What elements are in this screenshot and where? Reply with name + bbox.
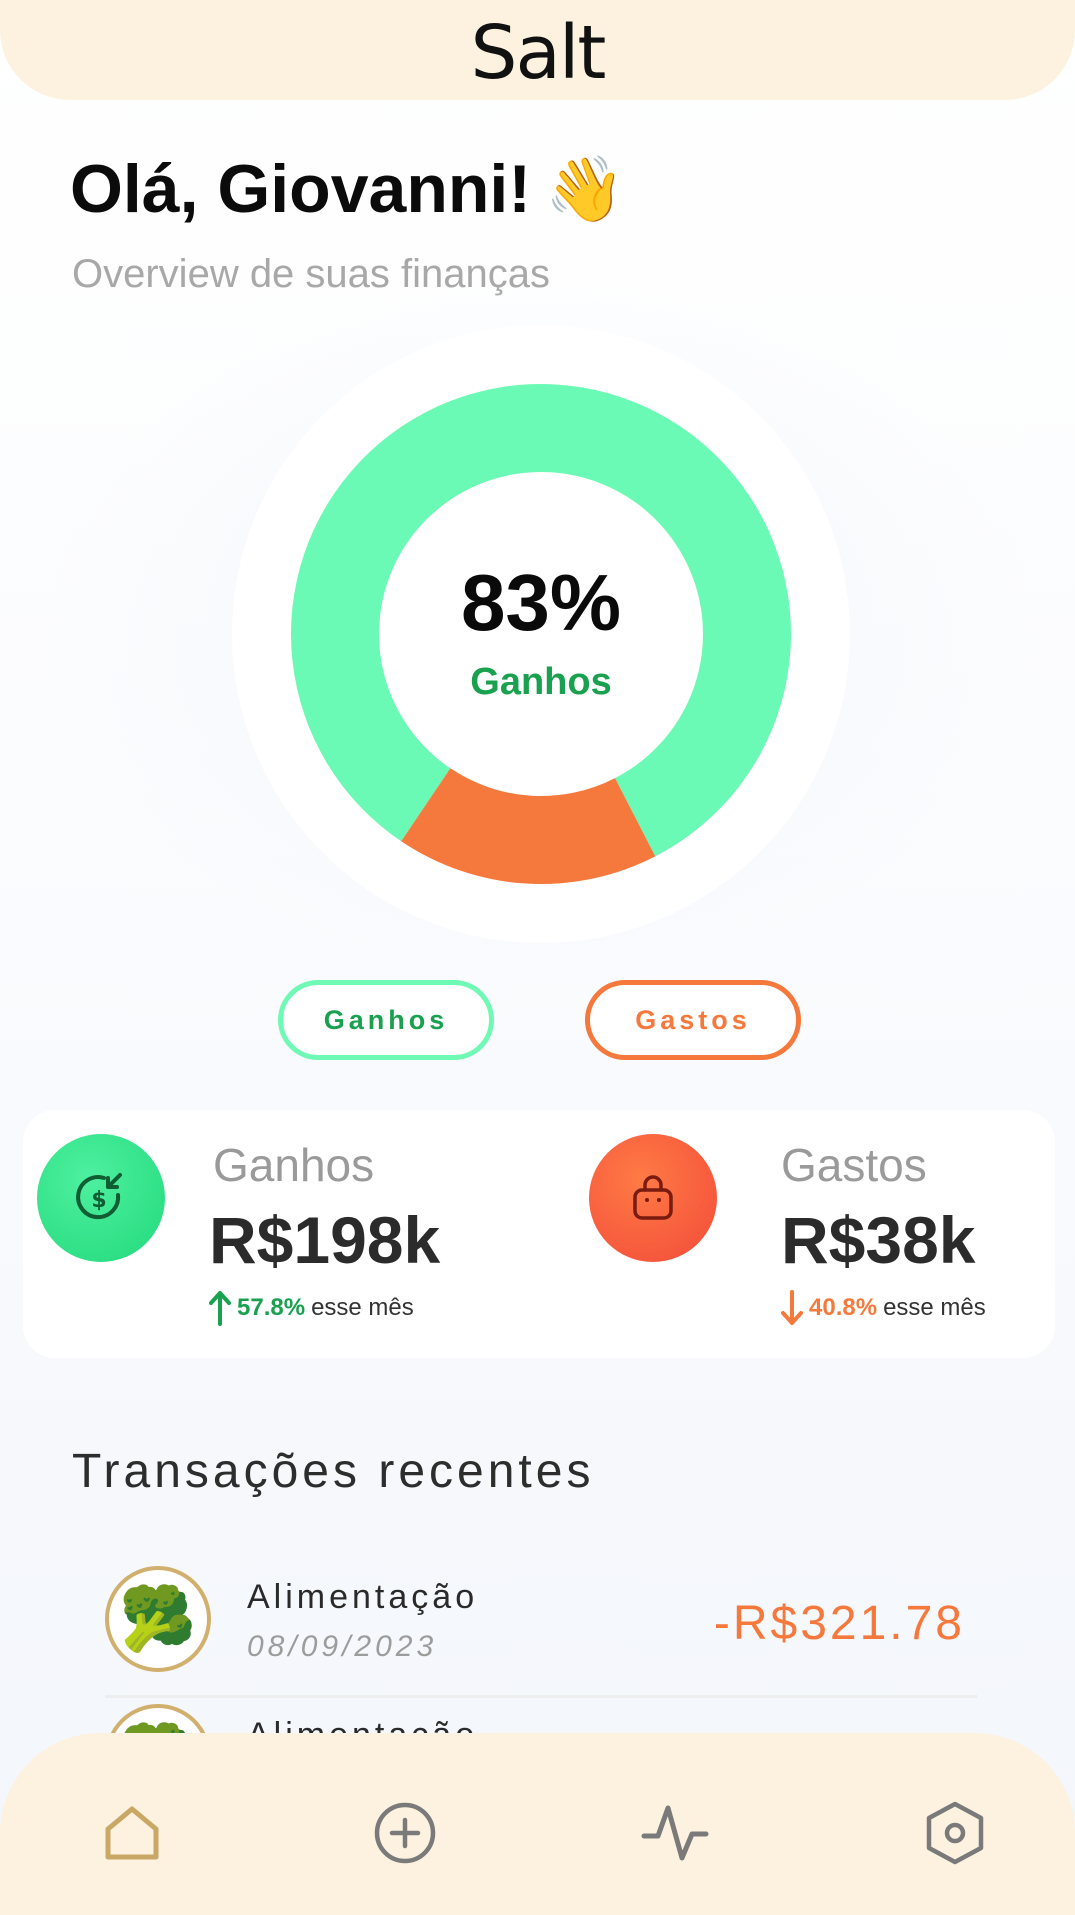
- nav-settings-button[interactable]: [915, 1793, 995, 1873]
- shopping-bag-svg: [633, 1175, 673, 1220]
- gastos-change-value: 40.8%: [809, 1294, 878, 1321]
- greeting-text: Olá, Giovanni!: [70, 151, 531, 227]
- app-logo: Salt: [470, 10, 607, 96]
- donut-chart: 83% Ganhos: [232, 325, 850, 943]
- svg-text:$: $: [91, 1188, 106, 1213]
- transaction-row[interactable]: 🥦 Alimentação 08/09/2023 -R$321.78: [105, 1560, 977, 1698]
- shopping-bag-icon: [589, 1134, 717, 1262]
- nav-activity-button[interactable]: [635, 1793, 715, 1873]
- transaction-category: Alimentação: [247, 1578, 479, 1616]
- gastos-stat[interactable]: Gastos R$38k 40.8% esse mês: [575, 1110, 1055, 1358]
- arrow-down-icon: [781, 1290, 803, 1325]
- top-bar: Salt: [0, 0, 1075, 100]
- money-in-svg: $: [76, 1173, 122, 1220]
- bottom-nav: [0, 1733, 1075, 1915]
- ganhos-stat-change: 57.8% esse mês: [209, 1290, 414, 1326]
- ganhos-change-suffix: esse mês: [311, 1294, 414, 1321]
- donut-center-label: Ganhos: [470, 660, 612, 703]
- ganhos-filter-label: Ganhos: [323, 1004, 449, 1035]
- transactions-title: Transações recentes: [72, 1445, 595, 1498]
- gastos-stat-value: R$38k: [781, 1203, 976, 1277]
- broccoli-icon: 🥦: [105, 1566, 211, 1672]
- gastos-filter-button[interactable]: Gastos: [585, 980, 801, 1060]
- donut-center-value: 83%: [460, 557, 622, 647]
- ganhos-change-value: 57.8%: [237, 1294, 306, 1321]
- transaction-date: 08/09/2023: [247, 1630, 438, 1663]
- ganhos-filter-button[interactable]: Ganhos: [278, 980, 494, 1060]
- add-icon: [374, 1802, 436, 1864]
- stats-card: $ Ganhos R$198k 57.8% esse mês Gastos R$…: [23, 1110, 1055, 1358]
- gastos-stat-change: 40.8% esse mês: [781, 1290, 986, 1326]
- donut-center: 83% Ganhos: [232, 325, 850, 943]
- wave-emoji-icon: 👋: [544, 152, 625, 225]
- gastos-stat-label: Gastos: [781, 1139, 927, 1191]
- nav-home-button[interactable]: [92, 1793, 172, 1873]
- transaction-amount: -R$321.78: [713, 1597, 965, 1650]
- greeting: Olá, Giovanni! 👋: [70, 150, 625, 228]
- activity-icon: [641, 1805, 709, 1861]
- money-in-icon: $: [37, 1134, 165, 1262]
- ganhos-stat[interactable]: $ Ganhos R$198k 57.8% esse mês: [23, 1110, 563, 1358]
- arrow-up-icon: [209, 1291, 231, 1326]
- ganhos-stat-label: Ganhos: [213, 1139, 375, 1191]
- home-icon: [105, 1806, 159, 1860]
- gastos-filter-label: Gastos: [635, 1004, 751, 1035]
- gastos-change-suffix: esse mês: [883, 1294, 986, 1321]
- ganhos-stat-value: R$198k: [209, 1203, 441, 1277]
- nav-add-button[interactable]: [365, 1793, 445, 1873]
- settings-icon: [926, 1801, 984, 1865]
